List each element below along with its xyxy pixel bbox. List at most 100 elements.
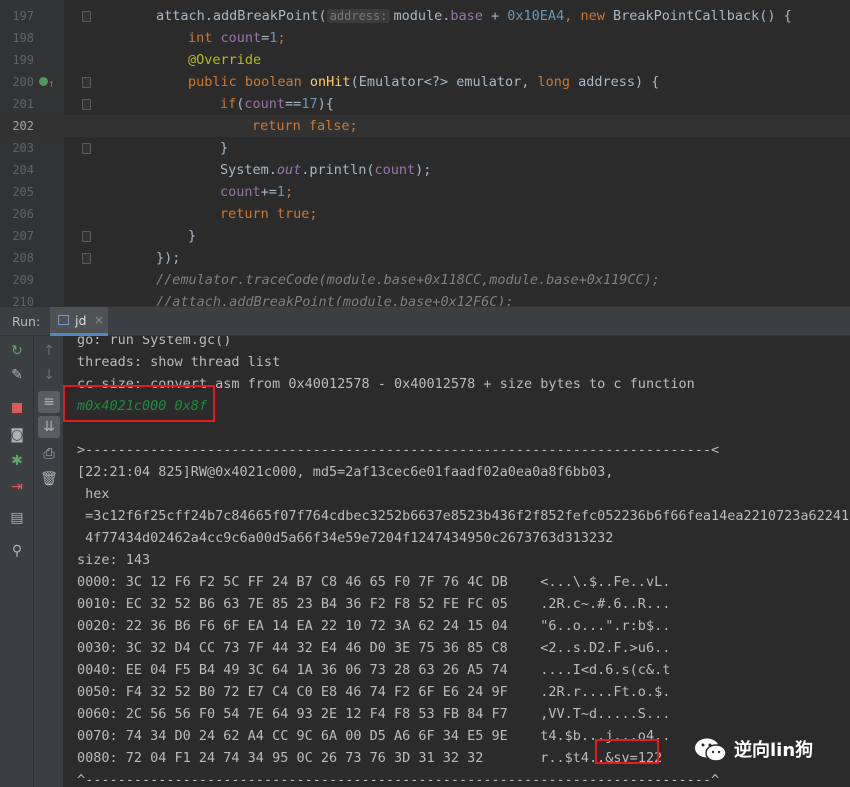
soft-wrap-icon[interactable]: ≡ (38, 391, 60, 413)
code-line[interactable]: 208}); (0, 247, 850, 269)
code-token: count (220, 30, 262, 46)
fold-marker-icon[interactable] (82, 77, 91, 88)
fold-marker-icon[interactable] (82, 143, 91, 154)
up-arrow-icon[interactable]: ↑ (38, 340, 60, 362)
code-token: } (188, 228, 197, 244)
code-text: @Override (188, 49, 261, 71)
code-line[interactable]: 204 System.out.println(count); (0, 159, 850, 181)
fold-marker-icon[interactable] (82, 231, 91, 242)
code-token: + (482, 8, 508, 24)
fold-marker-icon[interactable] (82, 11, 91, 22)
code-token: } (220, 140, 229, 156)
line-number: 209 (12, 273, 34, 287)
fold-marker-icon[interactable] (82, 253, 91, 264)
console-line: ^---------------------------------------… (77, 772, 720, 787)
close-icon[interactable]: × (94, 313, 104, 327)
line-number: 200 (12, 75, 34, 89)
code-token: if (220, 96, 237, 112)
console-line: >---------------------------------------… (77, 442, 720, 458)
code-token: return true; (220, 206, 318, 222)
code-editor[interactable]: 197 attach.addBreakPoint(address: module.b… (0, 0, 850, 306)
code-token: //emulator.traceCode(module.base+0x118CC… (156, 272, 660, 288)
run-toolbar-primary: ↻ ✎ ◙ ✱ ⇥ ▤ ⚲ (0, 336, 34, 787)
code-token: base (450, 8, 483, 24)
code-text: }); (156, 247, 180, 269)
console-line: size: 143 (77, 552, 151, 568)
code-line[interactable]: 206 return true; (0, 203, 850, 225)
code-token: ; (277, 30, 286, 46)
tab-jd[interactable]: jd × (50, 307, 108, 336)
console-line: 0050: F4 32 52 B0 72 E7 C4 C0 E8 46 74 F… (77, 684, 671, 700)
code-token: BreakPointCallback() { (612, 8, 792, 24)
down-arrow-icon[interactable]: ↓ (38, 364, 60, 386)
watermark-text: 逆向lin狗 (734, 740, 814, 761)
code-token: new (580, 8, 613, 24)
code-text: int count=1; (188, 27, 286, 49)
console-line: 0000: 3C 12 F6 F2 5C FF 24 B7 C8 46 65 F… (77, 574, 671, 590)
code-token: }); (156, 250, 181, 266)
line-number: 199 (12, 53, 34, 67)
debug-icon[interactable]: ✱ (6, 450, 28, 472)
arrow-up-icon: ↑ (48, 77, 55, 90)
console-line: =3c12f6f25cff24b7c84665f07f764cdbec3252b… (77, 508, 850, 524)
console-line: 0030: 3C 32 D4 CC 73 7F 44 32 E4 46 D0 3… (77, 640, 671, 656)
code-token: return false; (252, 118, 358, 134)
line-number: 197 (12, 9, 34, 23)
code-line[interactable]: 209 //emulator.traceCode(module.base+0x11… (0, 269, 850, 291)
code-token: += (260, 184, 277, 200)
console-line: hex (77, 486, 110, 502)
code-line[interactable]: 203} (0, 137, 850, 159)
trash-icon[interactable]: 🗑 (38, 468, 60, 490)
console-line: 0070: 74 34 D0 24 62 A4 CC 9C 6A 00 D5 A… (77, 728, 671, 744)
code-token: public boolean (188, 74, 310, 90)
console-line: 0040: EE 04 F5 B4 49 3C 64 1A 36 06 73 2… (77, 662, 671, 678)
code-token: (Emulator<?> emulator, (350, 74, 538, 90)
line-number: 205 (12, 185, 34, 199)
code-token: ; (285, 184, 294, 200)
scroll-to-end-icon[interactable]: ⇊ (38, 416, 60, 438)
console-line: 0060: 2C 56 56 F0 54 7E 64 93 2E 12 F4 F… (77, 706, 671, 722)
line-number: 204 (12, 163, 34, 177)
code-token: int (188, 30, 221, 46)
stop-icon[interactable] (6, 397, 28, 419)
camera-icon[interactable]: ◙ (6, 424, 28, 446)
watermark: 逆向lin狗 (694, 733, 844, 767)
code-token: 0x10EA4 (507, 8, 565, 24)
code-token: onHit (309, 74, 351, 90)
login-icon[interactable]: ⇥ (6, 476, 28, 498)
code-token: address) { (578, 74, 660, 90)
line-number: 210 (12, 295, 34, 306)
console-line: 0010: EC 32 52 B6 63 7E 85 23 B4 36 F2 F… (77, 596, 671, 612)
code-text: return true; (220, 203, 318, 225)
code-line[interactable]: 200 public boolean onHit(Emulator<?> emul… (0, 71, 850, 93)
code-line[interactable]: 210 //attach.addBreakPoint(module.base+0x… (0, 291, 850, 306)
code-line[interactable]: 198 int count=1; (0, 27, 850, 49)
code-line[interactable]: 202 return false; (0, 115, 850, 137)
rerun-icon[interactable]: ↻ (6, 340, 28, 362)
wrench-icon[interactable]: ✎ (6, 364, 28, 386)
fold-marker-icon[interactable] (82, 99, 91, 110)
code-text: public boolean onHit(Emulator<?> emulato… (188, 71, 659, 93)
code-line[interactable]: 207} (0, 225, 850, 247)
code-text: attach.addBreakPoint(address: module.base… (156, 5, 792, 27)
run-tool-window-header: Run: jd × (0, 306, 850, 336)
override-gutter-icon[interactable] (39, 77, 48, 86)
layout-icon[interactable]: ▤ (6, 507, 28, 529)
console-icon (58, 315, 69, 325)
code-line[interactable]: 199 @Override (0, 49, 850, 71)
code-token: == (285, 96, 302, 112)
print-icon[interactable]: ⎙ (38, 443, 60, 465)
code-line[interactable]: 197 attach.addBreakPoint(address: module.b… (0, 5, 850, 27)
line-number: 207 (12, 229, 34, 243)
code-token: , (564, 8, 581, 24)
pin-icon[interactable]: ⚲ (6, 540, 28, 562)
tab-label: jd (75, 313, 87, 328)
code-text: count+=1; (220, 181, 293, 203)
code-line[interactable]: 205 count+=1; (0, 181, 850, 203)
code-line[interactable]: 201 if(count==17){ (0, 93, 850, 115)
console-line: [22:21:04 825]RW@0x4021c000, md5=2af13ce… (77, 464, 614, 480)
code-token: 17 (301, 96, 318, 112)
run-label: Run: (12, 314, 41, 329)
code-text: } (220, 137, 228, 159)
code-token: .println( (301, 162, 375, 178)
